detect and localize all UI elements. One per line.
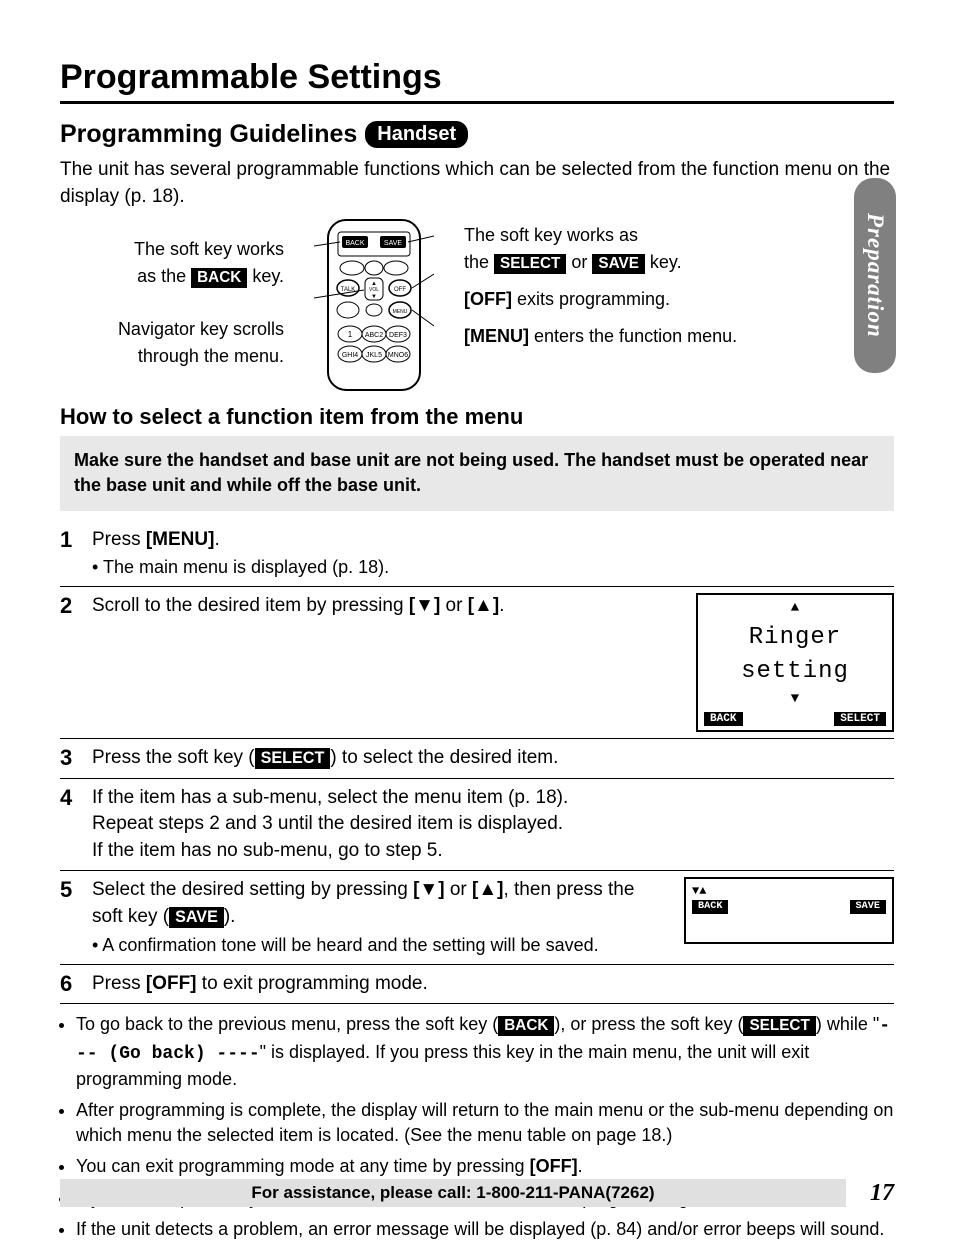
step-text: or [445,879,472,900]
note-text: ) while " [816,1014,879,1034]
page-title: Programmable Settings [60,58,894,104]
section-tab: Preparation [854,178,896,373]
save-key-icon: SAVE [169,907,224,928]
svg-text:MENU: MENU [393,309,408,315]
svg-text:ABC2: ABC2 [365,332,383,339]
step-text: . [214,529,219,550]
down-key: [▼] [413,879,444,900]
step-text: Repeat steps 2 and 3 until the desired i… [92,813,563,834]
lcd-text: Ringer setting [698,621,892,690]
footer: For assistance, please call: 1-800-211-P… [60,1179,894,1207]
note-text: ), or press the soft key ( [554,1014,743,1034]
step-text: or [440,595,467,616]
label-text: exits programming. [512,289,670,309]
label-text: as the [137,266,191,286]
section-heading-text: Programming Guidelines [60,120,357,149]
intro-text: The unit has several programmable functi… [60,157,894,210]
lcd-back: BACK [692,900,728,913]
step-text: ). [224,906,236,927]
back-key-icon: BACK [498,1016,554,1036]
label-text: [OFF] [464,289,512,309]
list-item: After programming is complete, the displ… [76,1098,894,1148]
label-text: through the menu. [138,346,284,366]
lcd-display-save: ▼▲ BACK SAVE [684,877,894,943]
svg-text:SAVE: SAVE [384,240,402,247]
step-number: 2 [60,593,92,732]
svg-text:BACK: BACK [345,240,364,247]
lcd-display-ringer: ▲ Ringer setting ▼ BACK SELECT [696,593,894,732]
label-text: [MENU] [464,326,529,346]
label-text: The soft key works [134,239,284,259]
lcd-arrows: ▼▲ [692,883,706,900]
handset-badge: Handset [365,121,468,148]
lcd-back: BACK [704,712,743,726]
step-number: 4 [60,785,92,865]
save-key-icon: SAVE [592,254,645,274]
step-text: Press the soft key ( [92,747,255,768]
footer-text: For assistance, please call: 1-800-211-P… [60,1179,846,1207]
label-text: key. [247,266,284,286]
warning-note: Make sure the handset and base unit are … [60,436,894,510]
lcd-save: SAVE [850,900,886,913]
down-key: [▼] [409,595,440,616]
select-key-icon: SELECT [255,748,331,769]
up-key: [▲] [472,879,503,900]
step-text: [MENU] [146,529,215,550]
note-text: You can exit programming mode at any tim… [76,1156,530,1176]
section-heading: Programming Guidelines Handset [60,120,894,149]
select-key-icon: SELECT [494,254,566,274]
svg-text:1: 1 [348,330,353,339]
step-number: 1 [60,527,92,581]
label-text: key. [645,252,682,272]
step-number: 3 [60,745,92,772]
select-key-icon: SELECT [743,1016,815,1036]
step-text: . [499,595,504,616]
diagram-left-labels: The soft key works as the BACK key. Navi… [60,218,290,396]
step-text: Select the desired setting by pressing [92,879,413,900]
list-item: You can exit programming mode at any tim… [76,1154,894,1179]
label-text: enters the function menu. [529,326,737,346]
svg-text:DEF3: DEF3 [389,332,407,339]
step-sub: • A confirmation tone will be heard and … [92,933,660,958]
label-text: the [464,252,494,272]
svg-text:VOL: VOL [369,287,379,293]
step-text: ) to select the desired item. [330,747,558,768]
step-text: Scroll to the desired item by pressing [92,595,409,616]
step-sub: • The main menu is displayed (p. 18). [92,555,894,580]
steps-list: 1 Press [MENU]. • The main menu is displ… [60,521,894,1004]
step-text: Press [92,529,146,550]
svg-text:JKL5: JKL5 [366,352,382,359]
page-number: 17 [870,1180,894,1207]
list-item: If the unit detects a problem, an error … [76,1217,894,1242]
note-text: [OFF] [530,1156,578,1176]
handset-diagram: The soft key works as the BACK key. Navi… [60,218,894,396]
step-number: 6 [60,971,92,998]
back-key-icon: BACK [191,268,247,288]
note-text: To go back to the previous menu, press t… [76,1014,498,1034]
howto-heading: How to select a function item from the m… [60,404,894,430]
label-text: The soft key works as [464,225,638,245]
svg-text:OFF: OFF [394,287,406,293]
phone-icon: BACK SAVE TALK ▲ VOL ▼ OFF MENU 1 [290,218,458,393]
up-key: [▲] [468,595,499,616]
label-text: Navigator key scrolls [118,319,284,339]
step-text: Press [92,973,146,994]
svg-text:GHI4: GHI4 [342,352,358,359]
step-text: If the item has a sub-menu, select the m… [92,787,568,808]
step-text: [OFF] [146,973,197,994]
note-text: . [578,1156,583,1176]
list-item: To go back to the previous menu, press t… [76,1012,894,1092]
label-text: or [566,252,592,272]
step-text: If the item has no sub-menu, go to step … [92,840,443,861]
svg-text:MNO6: MNO6 [388,352,408,359]
diagram-right-labels: The soft key works as the SELECT or SAVE… [458,218,758,360]
lcd-select: SELECT [834,712,886,726]
svg-text:▼: ▼ [371,294,377,300]
step-text: to exit programming mode. [197,973,428,994]
step-number: 5 [60,877,92,957]
